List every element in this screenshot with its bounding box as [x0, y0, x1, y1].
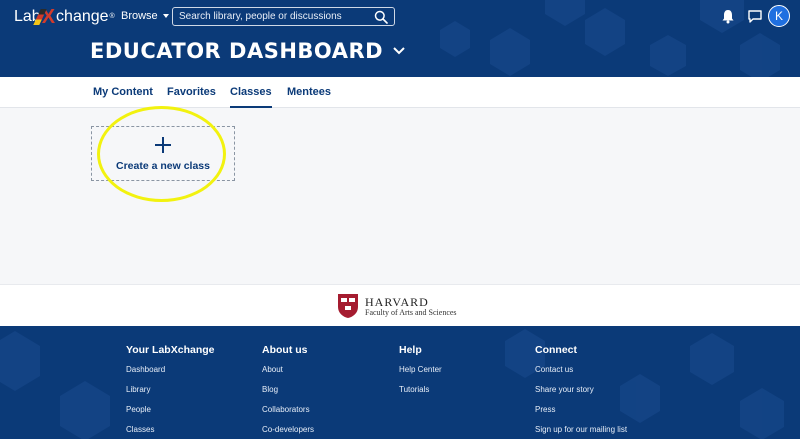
footer-link-press[interactable]: Press — [535, 405, 627, 414]
footer-link-blog[interactable]: Blog — [262, 385, 314, 394]
footer-col-your-labxchange: Your LabXchange Dashboard Library People… — [126, 344, 215, 439]
tab-my-content[interactable]: My Content — [93, 86, 153, 98]
footer-link-classes[interactable]: Classes — [126, 425, 215, 434]
caret-down-icon — [162, 14, 169, 18]
logo-x: X — [41, 6, 56, 28]
footer-heading: Your LabXchange — [126, 344, 215, 356]
footer-heading: Help — [399, 344, 422, 356]
harvard-partner-strip: HARVARD Faculty of Arts and Sciences — [0, 284, 800, 326]
tab-mentees[interactable]: Mentees — [287, 86, 331, 98]
avatar-initial: K — [774, 9, 783, 23]
page-title: EDUCATOR DASHBOARD — [90, 39, 384, 63]
top-navbar: Lab X change ® Browse K — [0, 0, 800, 34]
browse-label: Browse — [121, 10, 158, 22]
footer-link-library[interactable]: Library — [126, 385, 215, 394]
browse-menu-button[interactable]: Browse — [121, 10, 169, 22]
footer-link-tutorials[interactable]: Tutorials — [399, 385, 442, 394]
footer-col-connect: Connect Contact us Share your story Pres… — [535, 344, 627, 439]
highlight-annotation-circle — [97, 106, 226, 202]
footer-link-mailing-list[interactable]: Sign up for our mailing list — [535, 425, 627, 434]
main-content: Create a new class — [0, 106, 800, 284]
header: Lab X change ® Browse K EDUCATOR — [0, 0, 800, 77]
footer-col-help: Help Help Center Tutorials — [399, 344, 442, 405]
logo-text-change: change — [56, 8, 109, 25]
footer-link-collaborators[interactable]: Collaborators — [262, 405, 314, 414]
dashboard-title-dropdown[interactable]: EDUCATOR DASHBOARD — [90, 39, 405, 63]
footer-link-co-developers[interactable]: Co-developers — [262, 425, 314, 434]
footer-heading: About us — [262, 344, 308, 356]
logo-trademark: ® — [109, 13, 115, 20]
dashboard-tabs: My Content Favorites Classes Mentees — [0, 77, 800, 108]
notifications-bell-icon[interactable] — [721, 9, 735, 24]
messages-chat-icon[interactable] — [748, 10, 762, 23]
user-avatar[interactable]: K — [768, 5, 790, 27]
search-input[interactable] — [173, 11, 368, 22]
tab-favorites[interactable]: Favorites — [167, 86, 216, 98]
labxchange-logo[interactable]: Lab X change ® — [14, 7, 115, 27]
harvard-faculty: Faculty of Arts and Sciences — [365, 308, 457, 317]
search-bar — [172, 7, 395, 26]
footer: Your LabXchange Dashboard Library People… — [0, 326, 800, 439]
footer-link-dashboard[interactable]: Dashboard — [126, 365, 215, 374]
search-icon[interactable] — [374, 10, 388, 24]
chevron-down-icon — [393, 47, 405, 55]
tab-classes[interactable]: Classes — [230, 86, 272, 108]
footer-heading: Connect — [535, 344, 577, 356]
harvard-shield-icon — [338, 294, 358, 318]
footer-link-help-center[interactable]: Help Center — [399, 365, 442, 374]
footer-link-share-your-story[interactable]: Share your story — [535, 385, 627, 394]
footer-link-about[interactable]: About — [262, 365, 314, 374]
footer-col-about-us: About us About Blog Collaborators Co-dev… — [262, 344, 314, 439]
footer-link-contact-us[interactable]: Contact us — [535, 365, 627, 374]
footer-link-people[interactable]: People — [126, 405, 215, 414]
